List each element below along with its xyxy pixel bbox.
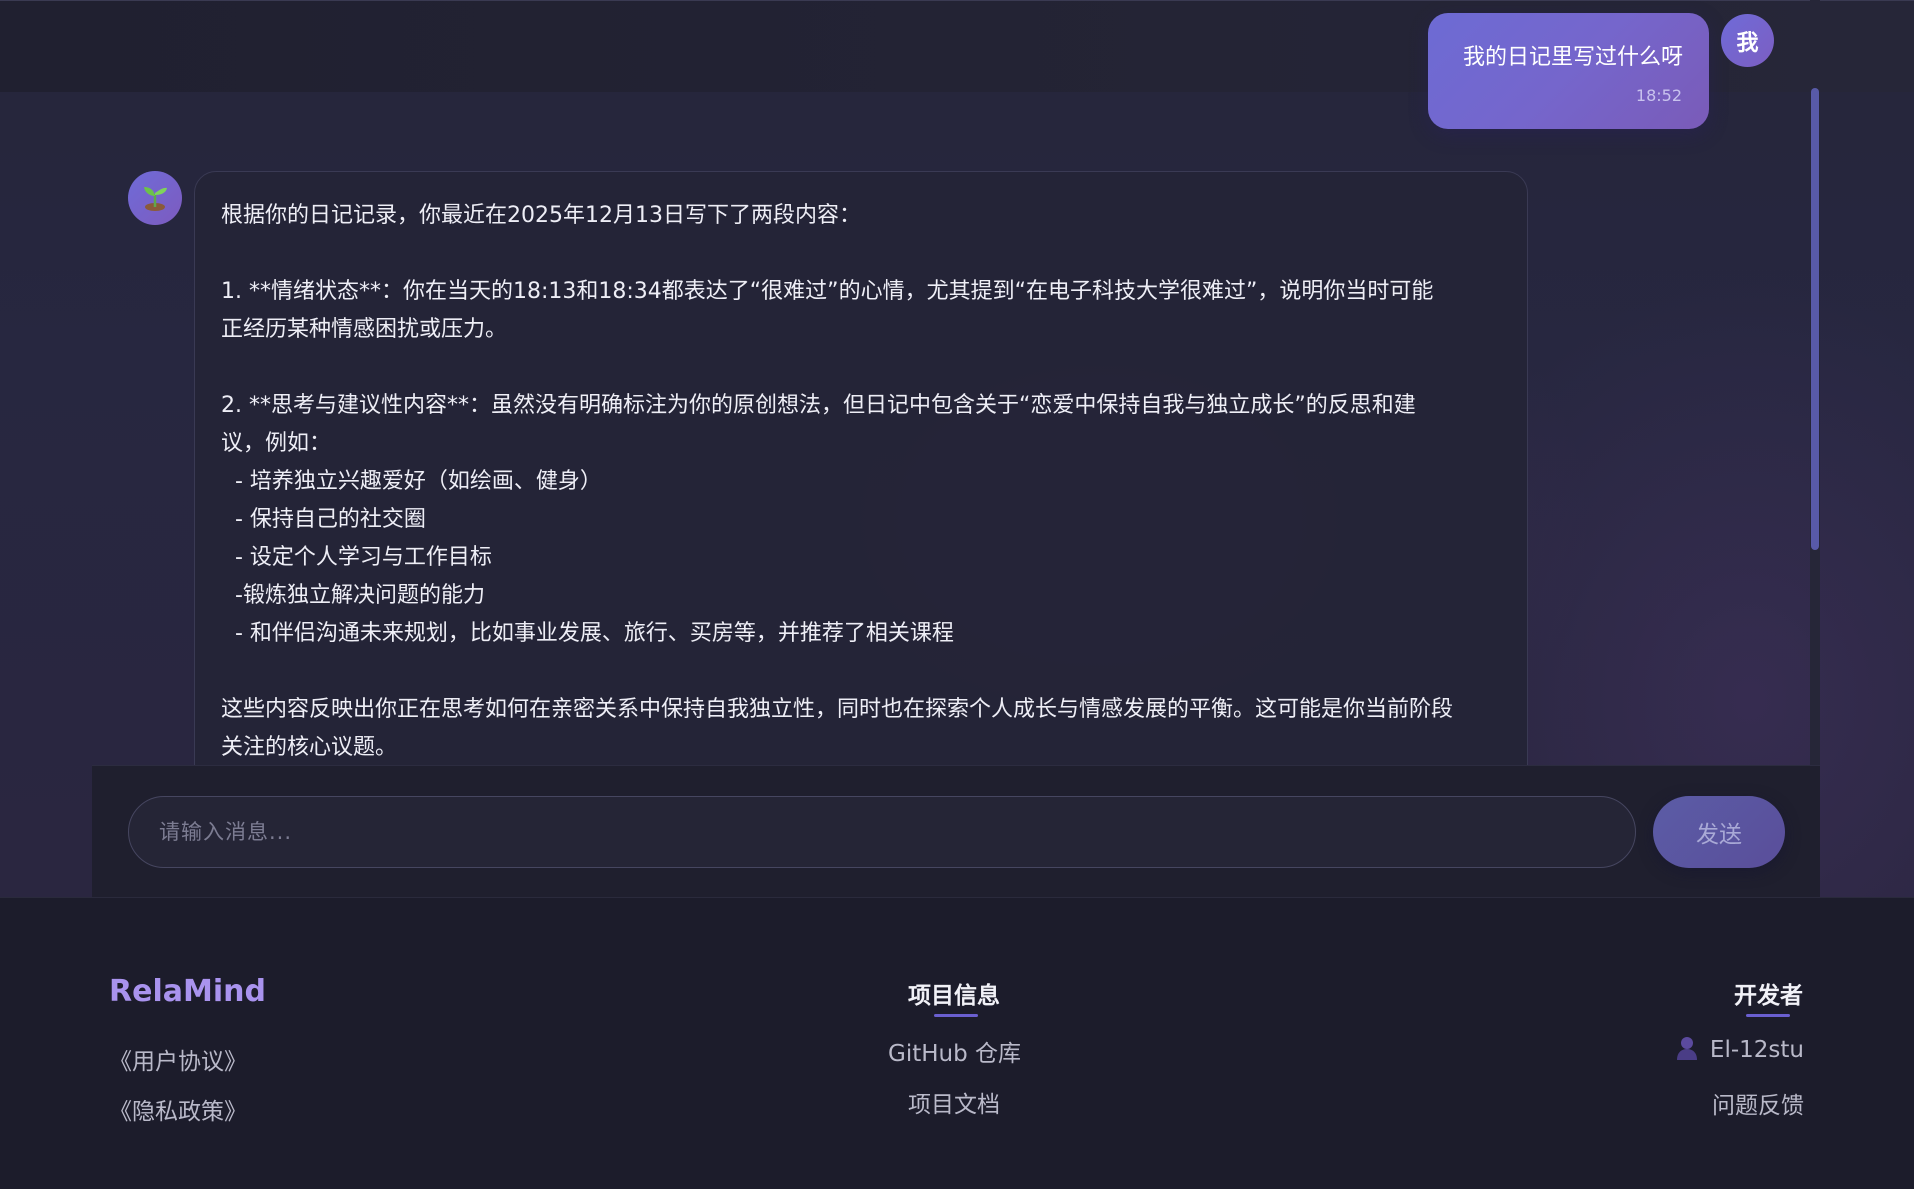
message-list: 我的日记里写过什么呀 18:52 我 根据你的日记记录，你最近在2025年12月… [0, 0, 1914, 765]
bot-message-line: -锻炼独立解决问题的能力 [221, 583, 485, 608]
bot-message-line: - 保持自己的社交圈 [221, 507, 426, 532]
user-avatar: 我 [1721, 14, 1774, 67]
developer-underline [1746, 1014, 1790, 1017]
user-message-bubble: 我的日记里写过什么呀 18:52 [1428, 13, 1709, 129]
bot-message-line [221, 653, 1501, 691]
bot-message-line: - 培养独立兴趣爱好（如绘画、健身） [221, 469, 602, 494]
bot-message-line: 关注的核心议题。 [221, 735, 398, 760]
bot-message-line: 2. **思考与建议性内容**：虽然没有明确标注为你的原创想法，但日记中包含关于… [221, 393, 1416, 418]
user-message-time: 18:52 [1635, 86, 1682, 105]
bot-message-line: 正经历某种情感困扰或压力。 [221, 317, 508, 342]
bot-message-line: - 设定个人学习与工作目标 [221, 545, 492, 570]
message-input[interactable] [128, 796, 1636, 868]
user-agreement-link[interactable]: 《用户协议》 [109, 1042, 247, 1076]
bot-message-text: 根据你的日记记录，你最近在2025年12月13日写下了两段内容： 1. **情绪状… [221, 197, 1501, 765]
sprout-icon [138, 179, 172, 217]
user-icon [1676, 1036, 1698, 1064]
bot-message-line: 1. **情绪状态**：你在当天的18:13和18:34都表达了“很难过”的心情… [221, 279, 1434, 304]
chat-area: 我的日记里写过什么呀 18:52 我 根据你的日记记录，你最近在2025年12月… [0, 0, 1914, 897]
bot-message-line [221, 349, 1501, 387]
bot-message-line [221, 235, 1501, 273]
user-avatar-label: 我 [1736, 30, 1759, 56]
bot-avatar [128, 171, 182, 225]
bot-message-line: 根据你的日记记录，你最近在2025年12月13日写下了两段内容： [221, 203, 861, 228]
scrollbar-thumb[interactable] [1811, 88, 1819, 550]
user-message-text: 我的日记里写过什么呀 [1462, 45, 1683, 70]
developer-link[interactable]: El-12stu [1676, 1036, 1804, 1064]
footer: RelaMind 《用户协议》 《隐私政策》 项目信息 GitHub 仓库 项目… [0, 897, 1914, 1189]
bot-message-bubble: 根据你的日记记录，你最近在2025年12月13日写下了两段内容： 1. **情绪状… [194, 171, 1528, 765]
bot-message-line: 议，例如： [221, 431, 332, 456]
bot-message-line: - 和伴侣沟通未来规划，比如事业发展、旅行、买房等，并推荐了相关课程 [221, 621, 954, 646]
privacy-policy-link[interactable]: 《隐私政策》 [109, 1092, 247, 1126]
project-info-underline [934, 1014, 978, 1017]
feedback-link[interactable]: 问题反馈 [1712, 1086, 1804, 1120]
project-info-title: 项目信息 [908, 983, 1000, 1009]
developer-name: El-12stu [1709, 1037, 1804, 1063]
project-docs-link[interactable]: 项目文档 [908, 1085, 1000, 1119]
input-bar: 发送 [92, 765, 1820, 897]
brand-logo-text: RelaMind [109, 974, 266, 1009]
bot-message-line: 这些内容反映出你正在思考如何在亲密关系中保持自我独立性，同时也在探索个人成长与情… [221, 697, 1454, 722]
send-button[interactable]: 发送 [1653, 796, 1785, 868]
developer-title: 开发者 [1734, 983, 1803, 1009]
github-repo-link[interactable]: GitHub 仓库 [888, 1034, 1021, 1068]
